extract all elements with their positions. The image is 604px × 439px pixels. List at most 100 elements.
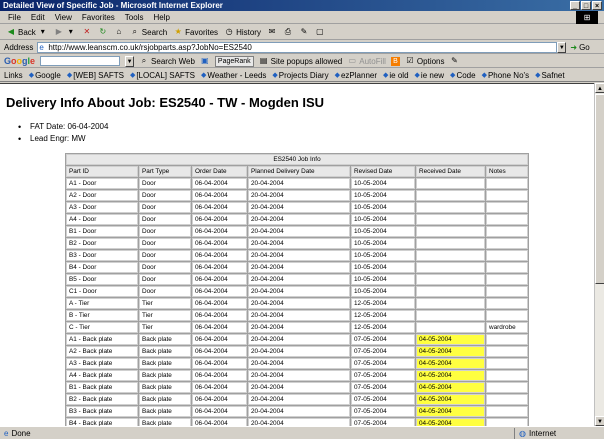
cell-part-id: A3 - Back plate xyxy=(66,358,138,369)
autofill-button[interactable]: ▭ AutoFill xyxy=(347,56,385,66)
refresh-icon[interactable]: ↻ xyxy=(98,27,108,37)
cell-received-date xyxy=(416,286,485,297)
cell-notes: wardrobe xyxy=(486,322,529,333)
google-toolbar: Google ▼ ⌕ Search Web ▣ PageRank ▤ Site … xyxy=(0,55,604,68)
link-phone-nos[interactable]: ◆ Phone No's xyxy=(482,71,530,80)
standard-toolbar: ◀ Back ▾ ▶ ▾ ✕ ↻ ⌂ ⌕ Search ★ Favorites … xyxy=(0,25,604,40)
print-icon[interactable]: ⎙ xyxy=(283,27,293,37)
table-header-row: Part ID Part Type Order Date Planned Del… xyxy=(66,166,529,177)
cell-planned-date: 20-04-2004 xyxy=(248,394,350,405)
cell-revised-date: 12-05-2004 xyxy=(351,310,415,321)
options-label: Options xyxy=(416,56,445,66)
mail-icon[interactable]: ✉ xyxy=(267,27,277,37)
menu-view[interactable]: View xyxy=(55,13,72,22)
cell-received-date xyxy=(416,226,485,237)
cell-part-id: A - Tier xyxy=(66,298,138,309)
google-search-input[interactable] xyxy=(40,56,121,66)
google-search-dropdown[interactable]: ▼ xyxy=(125,55,135,67)
table-row: B4 - Door Door 06-04-2004 20-04-2004 10-05-2… xyxy=(66,262,529,273)
link-local-safts[interactable]: ◆ [LOCAL] SAFTS xyxy=(130,71,195,80)
scroll-up-button[interactable]: ▲ xyxy=(595,83,604,93)
cell-part-type: Door xyxy=(139,190,191,201)
maximize-button[interactable]: □ xyxy=(581,1,591,10)
cell-order-date: 06-04-2004 xyxy=(192,238,247,249)
link-ie-old[interactable]: ◆ ie old xyxy=(383,71,409,80)
status-text: Done xyxy=(11,428,31,438)
home-icon[interactable]: ⌂ xyxy=(114,27,124,37)
cell-notes xyxy=(486,262,529,273)
popup-blocker-button[interactable]: ▤ Site popups allowed xyxy=(259,56,342,66)
job-meta-list: FAT Date: 06-04-2004 Lead Engr: MW xyxy=(16,121,108,145)
cell-received-date xyxy=(416,250,485,261)
window-title: Detailed View of Specific Job - Microsof… xyxy=(3,1,223,10)
cell-notes xyxy=(486,178,529,189)
scroll-down-button[interactable]: ▼ xyxy=(595,416,604,426)
cell-part-type: Door xyxy=(139,226,191,237)
cell-planned-date: 20-04-2004 xyxy=(248,202,350,213)
go-button[interactable]: ➜ Go xyxy=(570,43,589,52)
link-google[interactable]: ◆ Google xyxy=(29,71,61,80)
address-input[interactable]: e http://www.leanscm.co.uk/rsjobparts.as… xyxy=(37,41,558,53)
link-ie-new[interactable]: ◆ ie new xyxy=(415,71,445,80)
menu-favorites[interactable]: Favorites xyxy=(82,13,115,22)
google-logo[interactable]: Google xyxy=(4,56,35,66)
news-icon[interactable]: ▣ xyxy=(200,56,210,66)
link-projects-diary[interactable]: ◆ Projects Diary xyxy=(272,71,328,80)
cell-received-date xyxy=(416,322,485,333)
discuss-icon[interactable]: ▢ xyxy=(315,27,325,37)
menu-file[interactable]: File xyxy=(8,13,21,22)
cell-part-id: B1 - Door xyxy=(66,226,138,237)
window-title-bar[interactable]: Detailed View of Specific Job - Microsof… xyxy=(0,0,604,11)
vertical-scrollbar[interactable]: ▲ ▼ xyxy=(594,83,604,426)
history-button[interactable]: ◷ History xyxy=(224,27,261,37)
cell-revised-date: 12-05-2004 xyxy=(351,298,415,309)
forward-button[interactable]: ▶ ▾ xyxy=(54,27,76,37)
cell-notes xyxy=(486,202,529,213)
link-ezplanner[interactable]: ◆ ezPlanner xyxy=(335,71,377,80)
table-caption: ES2540 Job Info xyxy=(66,154,529,165)
page-icon: ◆ xyxy=(272,72,278,79)
scrollbar-thumb[interactable] xyxy=(595,94,604,284)
stop-icon[interactable]: ✕ xyxy=(82,27,92,37)
cell-part-type: Back plate xyxy=(139,346,191,357)
back-button[interactable]: ◀ Back ▾ xyxy=(6,27,48,37)
link-safnet[interactable]: ◆ Safnet xyxy=(535,71,565,80)
link-code[interactable]: ◆ Code xyxy=(450,71,476,80)
go-label: Go xyxy=(579,42,590,52)
page-icon: ◆ xyxy=(414,72,420,79)
options-icon: ☑ xyxy=(406,56,414,65)
favorites-button[interactable]: ★ Favorites xyxy=(173,27,219,37)
cell-order-date: 06-04-2004 xyxy=(192,370,247,381)
cell-planned-date: 20-04-2004 xyxy=(248,226,350,237)
page-viewport[interactable]: Delivery Info About Job: ES2540 - TW - M… xyxy=(0,83,594,426)
search-button[interactable]: ⌕ Search xyxy=(130,27,168,37)
cell-received-date xyxy=(416,214,485,225)
blogger-icon[interactable]: B xyxy=(390,56,400,66)
cell-order-date: 06-04-2004 xyxy=(192,358,247,369)
menu-tools[interactable]: Tools xyxy=(125,13,144,22)
search-web-button[interactable]: ⌕ Search Web xyxy=(139,56,195,66)
menu-help[interactable]: Help xyxy=(153,13,169,22)
pagerank-meter[interactable]: PageRank xyxy=(214,55,254,67)
menu-edit[interactable]: Edit xyxy=(31,13,45,22)
google-logo-letter: e xyxy=(30,56,36,66)
cell-order-date: 06-04-2004 xyxy=(192,298,247,309)
close-button[interactable]: × xyxy=(592,1,602,10)
cell-part-id: B2 - Door xyxy=(66,238,138,249)
cell-notes xyxy=(486,346,529,357)
search-web-label: Search Web xyxy=(151,56,195,66)
pencil-icon[interactable]: ✎ xyxy=(450,56,460,66)
link-label: Phone No's xyxy=(487,70,530,80)
address-dropdown-button[interactable]: ▼ xyxy=(557,41,567,53)
table-row: A2 - Door Door 06-04-2004 20-04-2004 10-05-2… xyxy=(66,190,529,201)
options-button[interactable]: ☑ Options xyxy=(405,56,445,66)
table-row: B - Tier Tier 06-04-2004 20-04-2004 12-05-20… xyxy=(66,310,529,321)
cell-received-date: 04-05-2004 xyxy=(416,358,485,369)
link-web-safts[interactable]: ◆ [WEB] SAFTS xyxy=(67,71,124,80)
link-weather-leeds[interactable]: ◆ Weather - Leeds xyxy=(201,71,266,80)
cell-order-date: 06-04-2004 xyxy=(192,382,247,393)
cell-planned-date: 20-04-2004 xyxy=(248,418,350,426)
edit-icon[interactable]: ✎ xyxy=(299,27,309,37)
minimize-button[interactable]: _ xyxy=(570,1,580,10)
cell-part-type: Back plate xyxy=(139,418,191,426)
